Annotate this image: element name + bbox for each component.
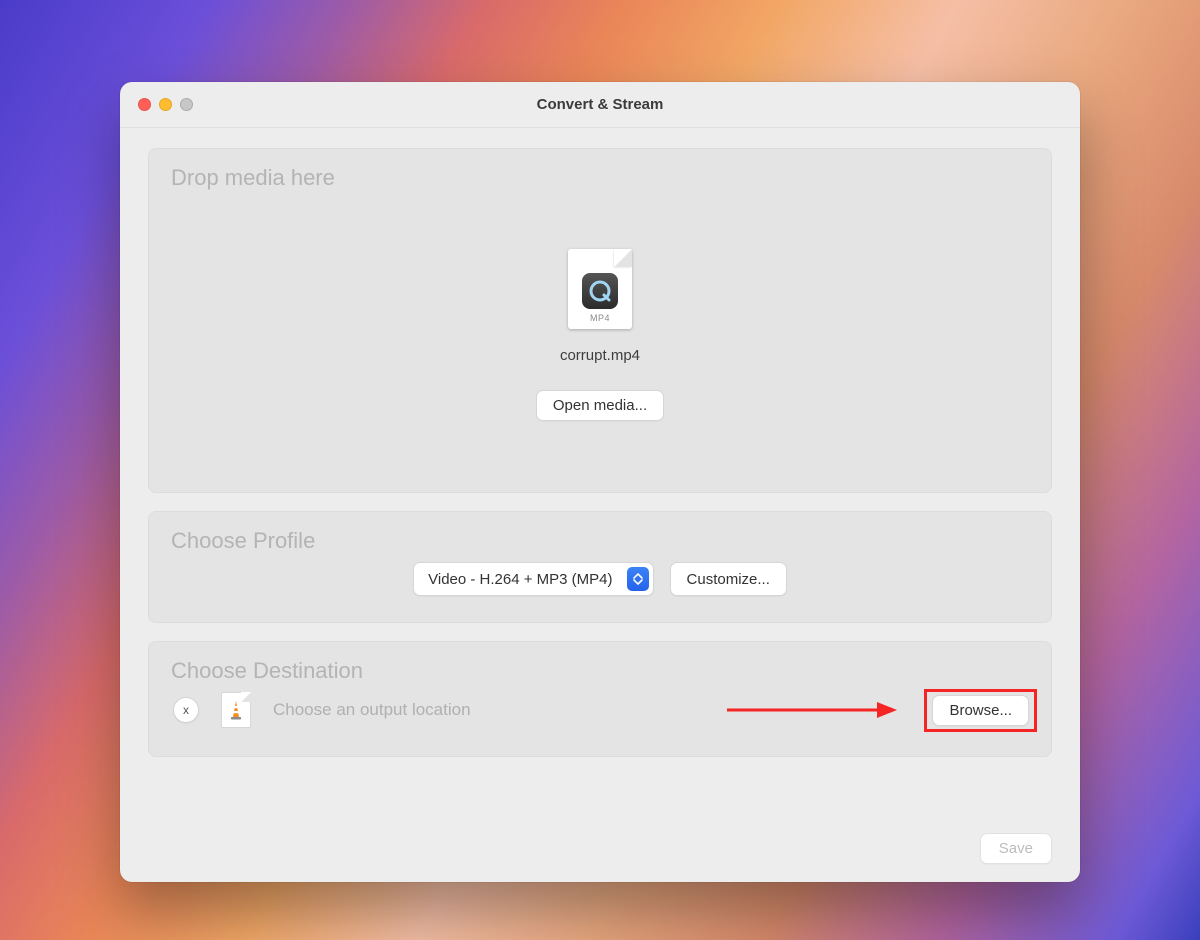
window-content: Drop media here MP4 corrupt.mp4 Open med…: [120, 128, 1080, 833]
profile-row: Video - H.264 + MP3 (MP4) Customize...: [171, 562, 1029, 596]
dropped-file-name: corrupt.mp4: [560, 347, 640, 364]
destination-row: x Choose an output location Browse...: [171, 692, 1029, 728]
profile-select-value: Video - H.264 + MP3 (MP4): [428, 571, 612, 588]
profile-select[interactable]: Video - H.264 + MP3 (MP4): [413, 562, 653, 596]
choose-destination-section: Choose Destination x Choose an output lo…: [148, 641, 1052, 757]
annotation-arrow: [727, 698, 897, 722]
choose-profile-section: Choose Profile Video - H.264 + MP3 (MP4)…: [148, 511, 1052, 623]
vlc-file-icon: [221, 692, 251, 728]
destination-placeholder: Choose an output location: [273, 700, 471, 720]
window-footer: Save: [120, 833, 1080, 882]
customize-profile-button[interactable]: Customize...: [670, 562, 787, 596]
clear-destination-button[interactable]: x: [173, 697, 199, 723]
open-media-button[interactable]: Open media...: [536, 390, 664, 421]
browse-button-wrap: Browse...: [932, 695, 1029, 726]
quicktime-icon: [582, 273, 618, 309]
file-extension-label: MP4: [590, 313, 610, 323]
dropped-file-icon: MP4: [568, 249, 632, 329]
window-title: Convert & Stream: [120, 96, 1080, 113]
drop-media-section[interactable]: Drop media here MP4 corrupt.mp4 Open med…: [148, 148, 1052, 493]
browse-button[interactable]: Browse...: [932, 695, 1029, 726]
chevron-up-down-icon: [627, 567, 649, 591]
drop-media-title: Drop media here: [171, 165, 1029, 191]
drop-media-body: MP4 corrupt.mp4 Open media...: [171, 199, 1029, 470]
traffic-lights: [120, 98, 193, 111]
choose-destination-title: Choose Destination: [171, 658, 1029, 684]
titlebar: Convert & Stream: [120, 82, 1080, 128]
convert-stream-window: Convert & Stream Drop media here MP4 cor…: [120, 82, 1080, 882]
minimize-window-button[interactable]: [159, 98, 172, 111]
save-button[interactable]: Save: [980, 833, 1052, 864]
zoom-window-button-disabled: [180, 98, 193, 111]
close-window-button[interactable]: [138, 98, 151, 111]
choose-profile-title: Choose Profile: [171, 528, 1029, 554]
